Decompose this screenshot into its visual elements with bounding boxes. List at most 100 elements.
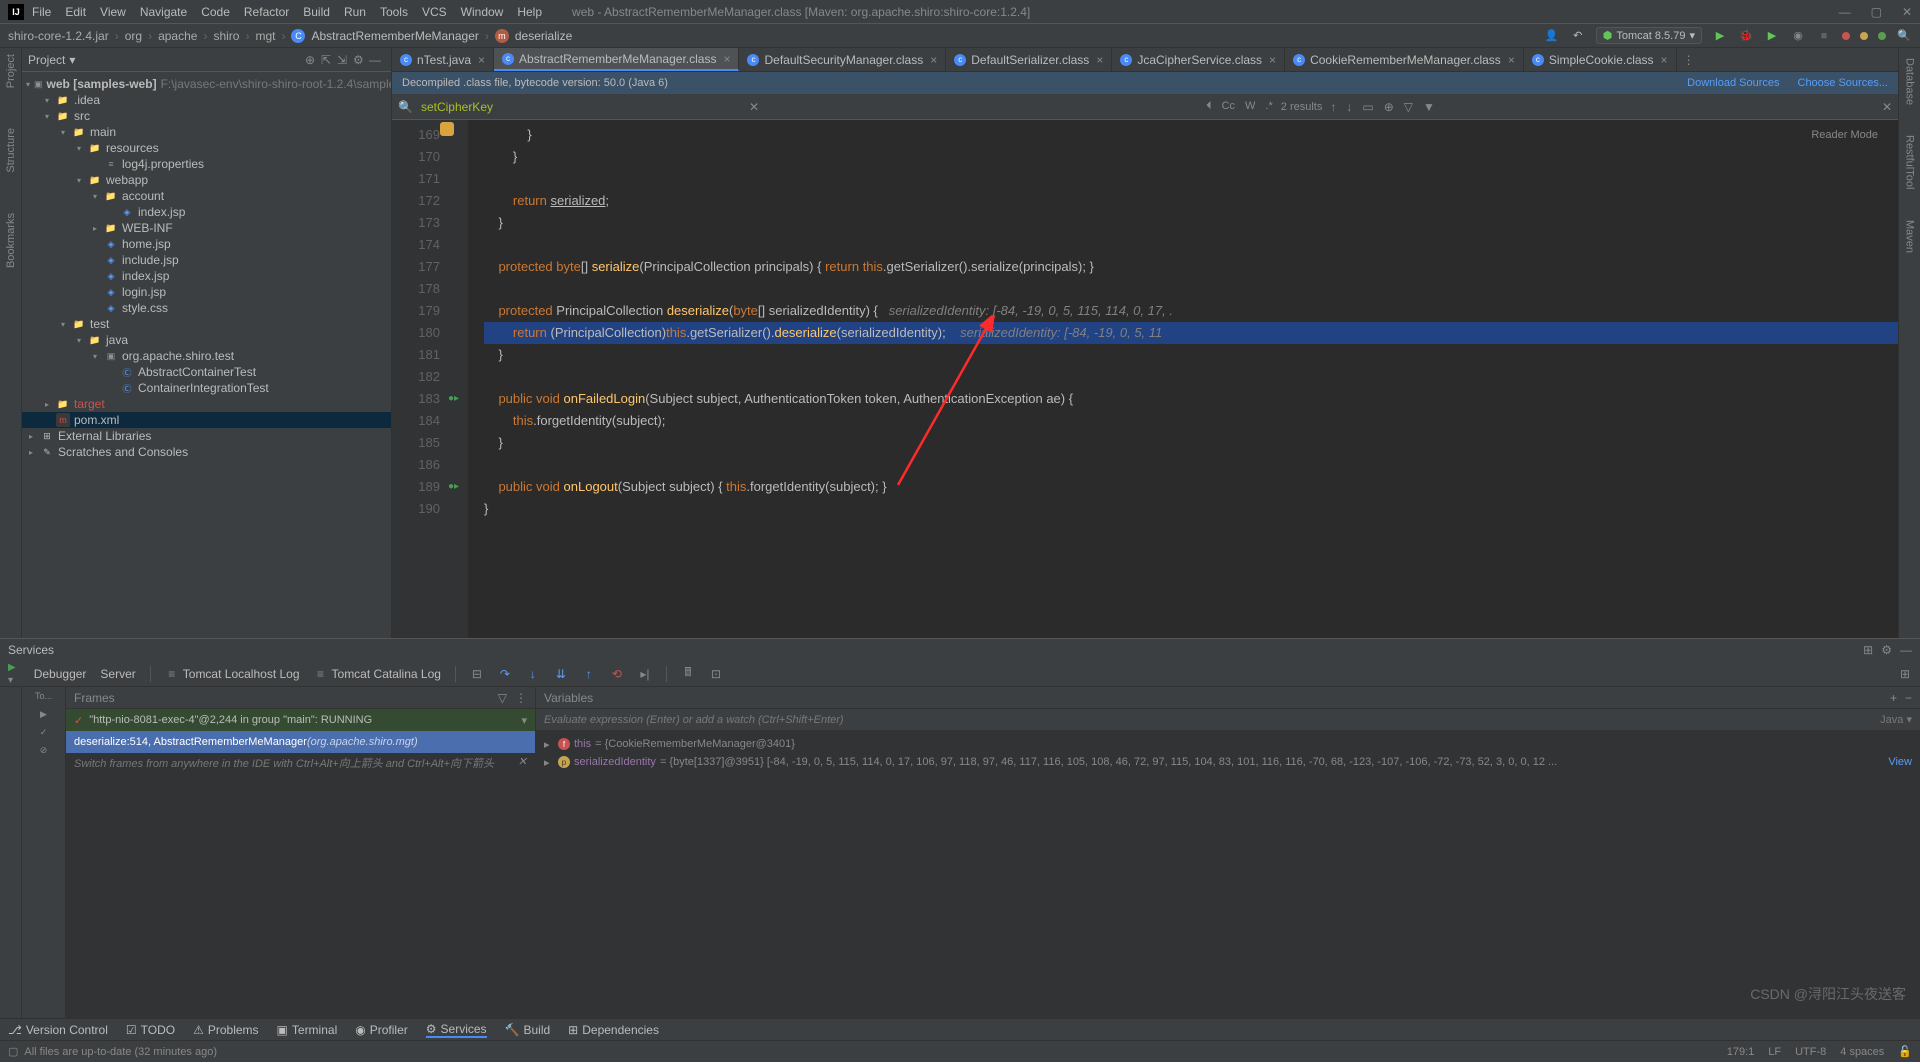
editor-tab[interactable]: cnTest.java× bbox=[392, 48, 494, 71]
select-all-icon[interactable]: ▭ bbox=[1362, 100, 1373, 114]
search-input[interactable] bbox=[421, 100, 741, 114]
menu-help[interactable]: Help bbox=[517, 5, 542, 19]
code-line[interactable] bbox=[484, 366, 1898, 388]
step-into-icon[interactable]: ↓ bbox=[526, 667, 540, 681]
menu-refactor[interactable]: Refactor bbox=[244, 5, 289, 19]
pause-icon[interactable]: ▾ bbox=[8, 675, 16, 686]
add-selection-icon[interactable]: ⊕ bbox=[1384, 100, 1394, 114]
editor-tab[interactable]: cCookieRememberMeManager.class× bbox=[1285, 48, 1524, 71]
tree-item[interactable]: ▾📁account bbox=[22, 188, 391, 204]
clear-search-icon[interactable]: ✕ bbox=[749, 100, 759, 114]
close-search-icon[interactable]: ✕ bbox=[1882, 100, 1892, 114]
back-icon[interactable]: ↶ bbox=[1570, 28, 1586, 44]
code-line[interactable]: } bbox=[484, 498, 1898, 520]
intention-bulb-icon[interactable] bbox=[440, 122, 454, 136]
profile-button[interactable]: ◉ bbox=[1790, 28, 1806, 44]
code-line[interactable] bbox=[484, 520, 1898, 542]
next-match-icon[interactable]: ↓ bbox=[1346, 100, 1352, 114]
step-over-icon[interactable]: ↷ bbox=[498, 667, 512, 681]
caret-position[interactable]: 179:1 bbox=[1727, 1046, 1755, 1058]
coverage-button[interactable]: ▶ bbox=[1764, 28, 1780, 44]
indent-setting[interactable]: 4 spaces bbox=[1840, 1046, 1884, 1058]
tree-item[interactable]: ▸📁WEB-INF bbox=[22, 220, 391, 236]
status-sync-icon[interactable]: ▢ bbox=[8, 1045, 18, 1058]
variable-row[interactable]: ▸fthis = {CookieRememberMeManager@3401} bbox=[544, 735, 1912, 753]
minimize-icon[interactable]: — bbox=[1839, 5, 1851, 19]
tree-item[interactable]: ◈index.jsp bbox=[22, 268, 391, 284]
tree-item[interactable]: ▾📁.idea bbox=[22, 92, 391, 108]
debug-button[interactable]: 🐞 bbox=[1738, 28, 1754, 44]
drop-frame-icon[interactable]: ⟲ bbox=[610, 667, 624, 681]
breadcrumb-class[interactable]: AbstractRememberMeManager bbox=[311, 29, 478, 43]
breadcrumb-part[interactable]: org bbox=[125, 29, 142, 43]
bottom-tab-dependencies[interactable]: ⊞Dependencies bbox=[568, 1023, 659, 1037]
close-tab-icon[interactable]: × bbox=[478, 53, 485, 67]
remove-watch-icon[interactable]: − bbox=[1905, 691, 1912, 705]
chevron-down-icon[interactable]: ▾ bbox=[69, 53, 75, 67]
tree-item[interactable]: ⒸContainerIntegrationTest bbox=[22, 380, 391, 396]
threads-icon[interactable]: ⊟ bbox=[470, 667, 484, 681]
expand-icon[interactable]: ⇱ bbox=[321, 53, 337, 67]
frames-list[interactable]: ✓ "http-nio-8081-exec-4"@2,244 in group … bbox=[66, 709, 535, 1018]
gear-icon[interactable]: ⚙ bbox=[1881, 643, 1892, 657]
close-tab-icon[interactable]: × bbox=[1096, 53, 1103, 67]
frame-row-selected[interactable]: deserialize:514, AbstractRememberMeManag… bbox=[66, 731, 535, 753]
close-icon[interactable]: ✕ bbox=[1902, 5, 1912, 19]
code-line[interactable]: return serialized; bbox=[484, 190, 1898, 212]
locate-icon[interactable]: ⊕ bbox=[305, 53, 321, 67]
code-body[interactable]: Reader Mode } } return serialized; } pro… bbox=[468, 120, 1898, 638]
bookmarks-tool-button[interactable]: Bookmarks bbox=[5, 213, 17, 268]
force-step-icon[interactable]: ⇊ bbox=[554, 667, 568, 681]
editor-tab[interactable]: cDefaultSerializer.class× bbox=[946, 48, 1112, 71]
code-line[interactable] bbox=[484, 278, 1898, 300]
tree-item[interactable]: ▸✎Scratches and Consoles bbox=[22, 444, 391, 460]
filter-icon[interactable]: ▽ bbox=[1404, 100, 1413, 114]
menu-window[interactable]: Window bbox=[461, 5, 504, 19]
tree-item[interactable]: ⒸAbstractContainerTest bbox=[22, 364, 391, 380]
breadcrumb[interactable]: shiro-core-1.2.4.jar ›org ›apache ›shiro… bbox=[8, 29, 572, 43]
menu-file[interactable]: File bbox=[32, 5, 51, 19]
tree-item[interactable]: ▾📁main bbox=[22, 124, 391, 140]
breadcrumb-part[interactable]: apache bbox=[158, 29, 197, 43]
code-line[interactable]: } bbox=[484, 344, 1898, 366]
bottom-tab-services[interactable]: ⚙Services bbox=[426, 1022, 487, 1038]
user-icon[interactable]: 👤 bbox=[1544, 28, 1560, 44]
breadcrumb-jar[interactable]: shiro-core-1.2.4.jar bbox=[8, 29, 109, 43]
collapse-icon[interactable]: ⇲ bbox=[337, 53, 353, 67]
tree-item[interactable]: ◈include.jsp bbox=[22, 252, 391, 268]
svc-tree-item[interactable]: ▶ bbox=[24, 709, 63, 727]
editor-tab[interactable]: cSimpleCookie.class× bbox=[1524, 48, 1677, 71]
close-tab-icon[interactable]: × bbox=[1269, 53, 1276, 67]
close-tab-icon[interactable]: × bbox=[723, 52, 730, 66]
resume-icon[interactable]: ▶ bbox=[8, 662, 16, 673]
hide-panel-icon[interactable]: — bbox=[1900, 643, 1912, 657]
tree-item[interactable]: ▾▣org.apache.shiro.test bbox=[22, 348, 391, 364]
svc-tree-item[interactable]: ⊘ bbox=[24, 745, 63, 763]
settings-icon[interactable]: ⚙ bbox=[353, 53, 369, 67]
prev-occurrence-icon[interactable]: ⏴ bbox=[1206, 100, 1212, 113]
bottom-tab-build[interactable]: 🔨Build bbox=[505, 1023, 551, 1037]
breadcrumb-part[interactable]: mgt bbox=[255, 29, 275, 43]
match-case-toggle[interactable]: Cc bbox=[1222, 100, 1235, 113]
more-icon[interactable]: ⋮ bbox=[515, 691, 527, 705]
code-line[interactable] bbox=[484, 454, 1898, 476]
database-tool-button[interactable]: Database bbox=[1904, 58, 1916, 105]
thread-status-row[interactable]: ✓ "http-nio-8081-exec-4"@2,244 in group … bbox=[66, 709, 535, 731]
add-watch-icon[interactable]: + bbox=[1890, 691, 1897, 705]
tree-item[interactable]: ▸📁target bbox=[22, 396, 391, 412]
search-everywhere-icon[interactable]: 🔍 bbox=[1896, 28, 1912, 44]
tree-item[interactable]: ▾📁java bbox=[22, 332, 391, 348]
evaluate-input[interactable]: Evaluate expression (Enter) or add a wat… bbox=[536, 709, 1920, 731]
code-editor[interactable]: 1691701711721731741771781791801811821831… bbox=[392, 120, 1898, 638]
editor-tab[interactable]: cAbstractRememberMeManager.class× bbox=[494, 48, 739, 71]
editor-tab[interactable]: cJcaCipherService.class× bbox=[1112, 48, 1285, 71]
catalina-log-tab[interactable]: ≡Tomcat Catalina Log bbox=[314, 667, 441, 681]
menu-run[interactable]: Run bbox=[344, 5, 366, 19]
readonly-icon[interactable]: 🔓 bbox=[1898, 1045, 1912, 1058]
code-line[interactable] bbox=[484, 234, 1898, 256]
download-sources-link[interactable]: Download Sources bbox=[1687, 77, 1779, 89]
variables-list[interactable]: ▸fthis = {CookieRememberMeManager@3401}▸… bbox=[536, 731, 1920, 1018]
menu-build[interactable]: Build bbox=[303, 5, 330, 19]
tree-item[interactable]: ▾📁resources bbox=[22, 140, 391, 156]
maven-tool-button[interactable]: Maven bbox=[1904, 220, 1916, 253]
